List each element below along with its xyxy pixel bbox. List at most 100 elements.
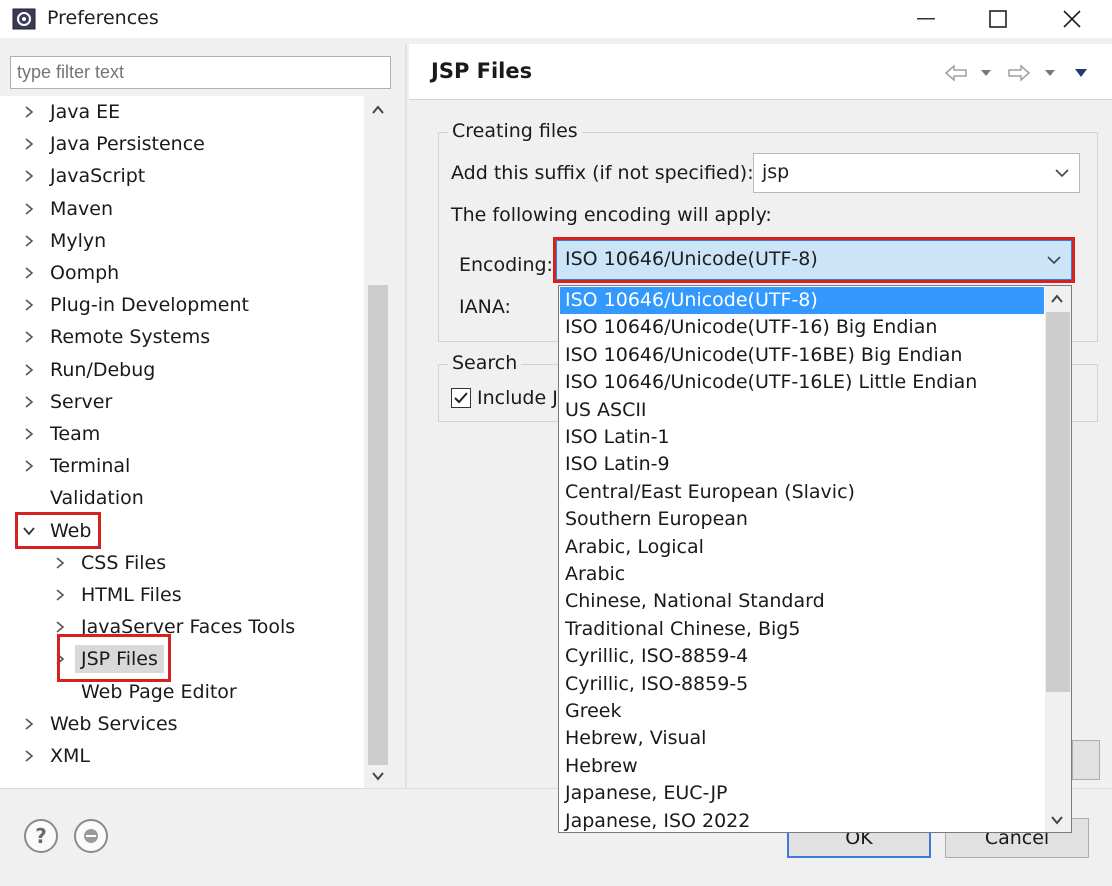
tree-item[interactable]: Run/Debug: [22, 354, 155, 386]
chevron-right-icon[interactable]: [22, 717, 36, 731]
tree-item[interactable]: Terminal: [22, 450, 130, 482]
chevron-right-icon[interactable]: [22, 427, 36, 441]
tree-item[interactable]: XML: [22, 740, 90, 772]
chevron-right-icon[interactable]: [22, 105, 36, 119]
chevron-right-icon[interactable]: [53, 620, 67, 634]
filter-input[interactable]: [10, 56, 391, 89]
chevron-right-icon[interactable]: [22, 137, 36, 151]
scroll-up-arrow-icon[interactable]: [370, 102, 386, 118]
sash[interactable]: [405, 44, 407, 788]
encoding-option[interactable]: Arabic: [560, 561, 1044, 588]
tree-item-label: Mylyn: [50, 230, 106, 252]
suffix-combo[interactable]: jsp: [753, 153, 1080, 193]
back-menu-chevron-icon[interactable]: [976, 60, 996, 86]
encoding-option[interactable]: Hebrew: [560, 753, 1044, 780]
tree-item[interactable]: CSS Files: [53, 547, 166, 579]
encoding-option[interactable]: Cyrillic, ISO-8859-4: [560, 643, 1044, 670]
page-title: JSP Files: [431, 59, 532, 83]
chevron-right-icon[interactable]: [22, 459, 36, 473]
tree-item-label: Java Persistence: [50, 133, 205, 155]
chevron-right-icon[interactable]: [22, 234, 36, 248]
include-checkbox[interactable]: [451, 388, 471, 408]
import-export-icon[interactable]: [74, 819, 108, 853]
dropdown-scroll-down-icon[interactable]: [1049, 812, 1065, 828]
chevron-right-icon[interactable]: [22, 169, 36, 183]
encoding-option[interactable]: ISO 10646/Unicode(UTF-16) Big Endian: [560, 314, 1044, 341]
chevron-right-icon[interactable]: [53, 588, 67, 602]
tree-item-label: Oomph: [50, 262, 119, 284]
tree-item[interactable]: Oomph: [22, 257, 119, 289]
encoding-option[interactable]: Cyrillic, ISO-8859-5: [560, 671, 1044, 698]
maximize-button[interactable]: [970, 0, 1026, 38]
tree-item[interactable]: Plug-in Development: [22, 289, 249, 321]
creating-files-group-label: Creating files: [448, 120, 582, 142]
tree-item[interactable]: Maven: [22, 193, 113, 225]
encoding-option[interactable]: Japanese, ISO 2022: [560, 808, 1044, 833]
tree-item[interactable]: Remote Systems: [22, 321, 210, 353]
encoding-option[interactable]: Japanese, EUC-JP: [560, 780, 1044, 807]
forward-menu-chevron-icon[interactable]: [1040, 60, 1060, 86]
tree-item-label: Web Page Editor: [81, 681, 237, 703]
tree-item-label: Plug-in Development: [50, 294, 249, 316]
tree-item[interactable]: Web Services: [22, 708, 178, 740]
preferences-tree: Java EE Java Persistence JavaScript Maven My…: [0, 96, 392, 788]
dropdown-scroll-thumb[interactable]: [1046, 312, 1070, 692]
encoding-option[interactable]: Chinese, National Standard: [560, 588, 1044, 615]
encoding-dropdown-list[interactable]: ISO 10646/Unicode(UTF-8)ISO 10646/Unicod…: [558, 285, 1072, 833]
chevron-right-icon[interactable]: [53, 556, 67, 570]
suffix-label: Add this suffix (if not specified):: [451, 162, 754, 184]
tree-item-label: JavaScript: [50, 165, 145, 187]
encoding-label: Encoding:: [459, 254, 553, 276]
chevron-right-icon[interactable]: [22, 298, 36, 312]
window-title: Preferences: [47, 7, 159, 29]
encoding-option[interactable]: Arabic, Logical: [560, 534, 1044, 561]
encoding-option[interactable]: Southern European: [560, 506, 1044, 533]
view-menu-icon[interactable]: [1070, 60, 1092, 86]
chevron-right-icon[interactable]: [22, 395, 36, 409]
tree-item-label: HTML Files: [81, 584, 182, 606]
tree-item[interactable]: JavaScript: [22, 160, 145, 192]
tree-item-label: Java EE: [50, 101, 120, 123]
tree-item[interactable]: Validation: [22, 482, 144, 514]
iana-label: IANA:: [459, 296, 511, 318]
encoding-option[interactable]: ISO Latin-9: [560, 451, 1044, 478]
tree-item[interactable]: Mylyn: [22, 225, 106, 257]
encoding-option[interactable]: ISO 10646/Unicode(UTF-16LE) Little Endia…: [560, 369, 1044, 396]
encoding-highlight-box: [553, 237, 1075, 283]
encoding-option[interactable]: ISO Latin-1: [560, 424, 1044, 451]
chevron-down-icon: [1053, 164, 1071, 182]
encoding-option[interactable]: ISO 10646/Unicode(UTF-8): [560, 287, 1044, 314]
tree-item[interactable]: Team: [22, 418, 100, 450]
jsp-files-highlight-box: [57, 634, 171, 682]
tree-item[interactable]: Server: [22, 386, 112, 418]
tree-item[interactable]: Java EE: [22, 96, 120, 128]
encoding-option[interactable]: Hebrew, Visual: [560, 725, 1044, 752]
encoding-option[interactable]: ISO 10646/Unicode(UTF-16BE) Big Endian: [560, 342, 1044, 369]
tree-item-label: Remote Systems: [50, 326, 210, 348]
minimize-button[interactable]: [898, 0, 954, 38]
tree-item-label: Web Services: [50, 713, 178, 735]
include-label: Include J: [477, 387, 558, 409]
encoding-option[interactable]: Central/East European (Slavic): [560, 479, 1044, 506]
tree-item[interactable]: Java Persistence: [22, 128, 205, 160]
back-arrow-icon[interactable]: [942, 60, 970, 86]
encoding-option[interactable]: US ASCII: [560, 397, 1044, 424]
chevron-right-icon[interactable]: [22, 202, 36, 216]
encoding-option[interactable]: Traditional Chinese, Big5: [560, 616, 1044, 643]
close-button[interactable]: [1044, 0, 1100, 38]
scroll-down-arrow-icon[interactable]: [370, 768, 386, 784]
restore-defaults-button[interactable]: [1072, 740, 1100, 780]
chevron-right-icon[interactable]: [22, 330, 36, 344]
tree-item-label: Team: [50, 423, 100, 445]
eclipse-app-icon: [12, 8, 36, 30]
chevron-right-icon[interactable]: [22, 266, 36, 280]
dropdown-scroll-up-icon[interactable]: [1049, 291, 1065, 307]
chevron-right-icon[interactable]: [22, 363, 36, 377]
tree-item[interactable]: HTML Files: [53, 579, 182, 611]
forward-arrow-icon[interactable]: [1005, 60, 1033, 86]
tree-scroll-thumb[interactable]: [368, 285, 388, 765]
encoding-option[interactable]: Greek: [560, 698, 1044, 725]
chevron-right-icon[interactable]: [22, 749, 36, 763]
help-icon[interactable]: ?: [24, 819, 58, 853]
encoding-note: The following encoding will apply:: [451, 204, 772, 226]
